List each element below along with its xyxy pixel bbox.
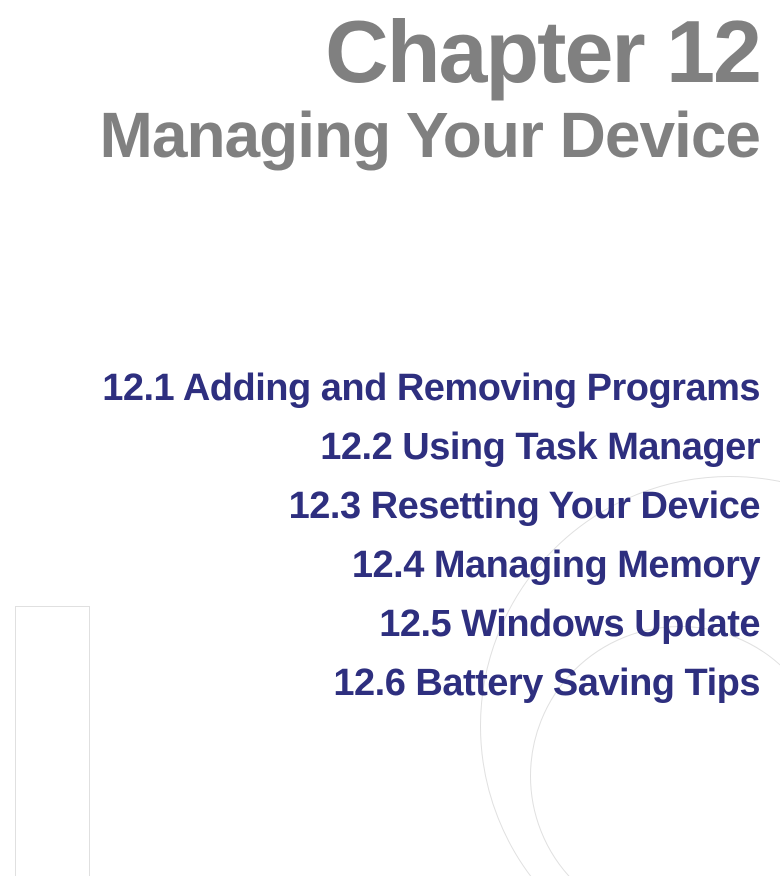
chapter-title-page: Chapter 12 Managing Your Device 12.1 Add… [0,0,780,876]
section-item: 12.3 Resetting Your Device [0,477,760,536]
chapter-title: Managing Your Device [0,102,760,169]
section-list: 12.1 Adding and Removing Programs 12.2 U… [0,359,760,712]
section-item: 12.5 Windows Update [0,595,760,654]
section-item: 12.6 Battery Saving Tips [0,654,760,713]
section-item: 12.1 Adding and Removing Programs [0,359,760,418]
section-item: 12.2 Using Task Manager [0,418,760,477]
section-item: 12.4 Managing Memory [0,536,760,595]
chapter-number: Chapter 12 [0,8,760,96]
